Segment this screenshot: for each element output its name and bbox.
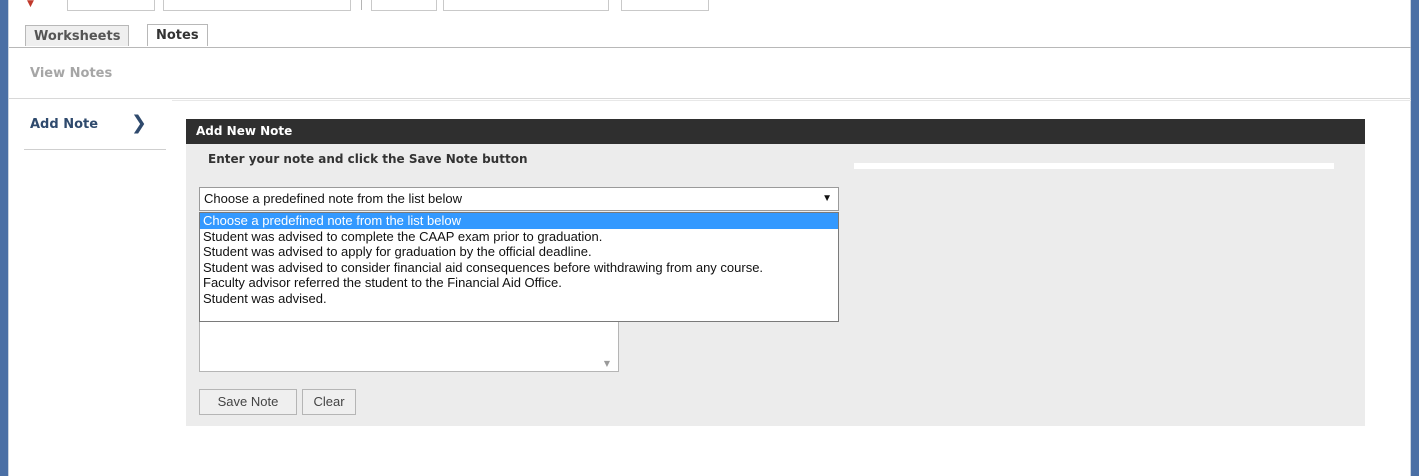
dropdown-option[interactable]: Student was advised to complete the CAAP… xyxy=(200,229,838,245)
dropdown-option[interactable]: Choose a predefined note from the list b… xyxy=(200,213,838,229)
divider xyxy=(172,100,1411,101)
dropdown-option[interactable]: Faculty advisor referred the student to … xyxy=(200,275,838,291)
window-frame-left xyxy=(0,0,9,476)
instruction-bar-highlight xyxy=(854,163,1334,169)
dropdown-option[interactable]: Student was advised. xyxy=(200,291,838,307)
save-note-button[interactable]: Save Note xyxy=(199,389,297,415)
toolbar-icon[interactable]: ▼ xyxy=(27,0,35,9)
chevron-down-icon: ▼ xyxy=(822,193,832,204)
instruction-text: Enter your note and click the Save Note … xyxy=(208,152,528,166)
scroll-down-icon[interactable]: ▼ xyxy=(604,359,610,368)
divider xyxy=(9,98,1411,99)
panel-title: Add New Note xyxy=(186,119,1365,144)
toolbar-button[interactable] xyxy=(621,0,709,11)
note-textarea[interactable]: ▼ xyxy=(199,322,619,372)
tab-notes[interactable]: Notes xyxy=(147,24,208,46)
toolbar-button[interactable] xyxy=(371,0,437,11)
toolbar-search-field[interactable] xyxy=(163,0,351,11)
divider xyxy=(24,149,166,150)
toolbar-button[interactable] xyxy=(443,0,609,11)
predefined-note-select[interactable]: Choose a predefined note from the list b… xyxy=(199,187,839,211)
top-toolbar: ▼ xyxy=(9,0,1411,16)
nav-item-view-notes[interactable]: View Notes xyxy=(30,66,112,81)
add-note-panel: Enter your note and click the Save Note … xyxy=(186,144,1365,426)
dropdown-option[interactable]: Student was advised to apply for graduat… xyxy=(200,244,838,260)
dropdown-option[interactable]: Student was advised to consider financia… xyxy=(200,260,838,276)
nav-item-add-note[interactable]: Add Note xyxy=(30,117,98,132)
select-value: Choose a predefined note from the list b… xyxy=(204,191,462,206)
toolbar-field[interactable] xyxy=(67,0,155,11)
chevron-right-icon: ❯ xyxy=(131,112,147,134)
window-frame-right xyxy=(1410,0,1419,476)
tab-bar: Worksheets Notes xyxy=(9,21,1411,48)
tab-worksheets[interactable]: Worksheets xyxy=(25,25,130,46)
instruction-bar: Enter your note and click the Save Note … xyxy=(186,144,1334,171)
clear-button[interactable]: Clear xyxy=(302,389,356,415)
predefined-note-dropdown: Choose a predefined note from the list b… xyxy=(199,212,839,322)
toolbar-divider xyxy=(361,0,362,10)
